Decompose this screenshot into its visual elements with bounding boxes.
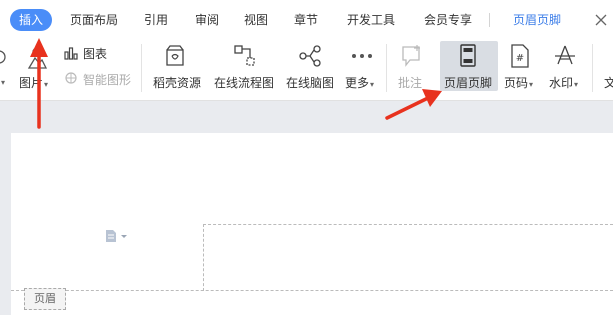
resources-label[interactable]: 稻壳资源 [153,74,201,91]
partial-dropdown-caret[interactable]: ▾ [0,74,5,88]
more-label: 更多 [345,76,370,90]
resources-icon[interactable] [164,44,186,68]
more-icon[interactable] [351,52,373,60]
text-partial-label[interactable]: 文 [604,74,613,91]
tab-page-layout[interactable]: 页面布局 [70,9,118,31]
header-boundary-line [11,290,613,291]
watermark-label: 水印 [549,76,574,90]
header-label: 页眉 [24,288,66,310]
flowchart-icon[interactable] [233,44,257,68]
chart-label[interactable]: 图表 [83,45,107,62]
annotation-arrow-right-icon [385,89,442,120]
tab-references[interactable]: 引用 [144,9,168,31]
ribbon-divider [141,44,142,92]
document-area: 页眉 [0,101,613,315]
annotation-arrow-up-icon [30,38,48,129]
tab-view[interactable]: 视图 [244,9,268,31]
smart-shape-label: 智能图形 [83,73,132,87]
document-page[interactable]: 页眉 [11,133,613,315]
watermark-icon[interactable] [554,44,576,68]
paste-options-icon[interactable] [105,229,131,243]
smart-shape-icon [65,72,77,84]
watermark-button[interactable]: 水印▾ [549,74,578,91]
tab-chapter[interactable]: 章节 [294,9,318,31]
partial-shape-icon[interactable] [0,48,8,66]
header-footer-label: 页眉页脚 [444,76,493,90]
chart-icon[interactable] [64,46,78,60]
ribbon-tab-bar: 插入 页面布局 引用 审阅 视图 章节 开发工具 会员专享 页眉页脚 [0,0,613,40]
mindmap-label[interactable]: 在线脑图 [286,74,334,91]
page-number-button[interactable]: 页码▾ [504,74,533,91]
tab-header-footer[interactable]: 页眉页脚 [513,9,561,31]
text-boundary-top [203,224,613,225]
text-boundary-left [203,224,204,291]
tab-developer-tools[interactable]: 开发工具 [347,9,395,31]
flowchart-label[interactable]: 在线流程图 [214,74,274,91]
header-footer-icon [460,44,476,67]
page-number-label: 页码 [504,76,529,90]
svg-text:#: # [516,53,524,64]
ribbon-divider [386,44,387,92]
close-icon[interactable] [594,14,608,26]
tab-review[interactable]: 审阅 [195,9,219,31]
mindmap-icon[interactable] [298,44,322,68]
tab-divider [489,13,490,27]
page-number-icon[interactable]: # [510,44,530,68]
header-footer-button[interactable]: 页眉页脚 [440,41,498,91]
comment-icon [402,45,420,67]
tab-member-exclusive[interactable]: 会员专享 [424,9,472,31]
ribbon-divider [592,44,593,92]
tab-insert[interactable]: 插入 [10,9,53,31]
ribbon-toolbar: ▾ 图片▾ 图表 智能图形 稻壳资源 在线流程图 在线脑图 更多▾ 批注 页眉页… [0,40,613,101]
more-button[interactable]: 更多▾ [345,74,374,91]
